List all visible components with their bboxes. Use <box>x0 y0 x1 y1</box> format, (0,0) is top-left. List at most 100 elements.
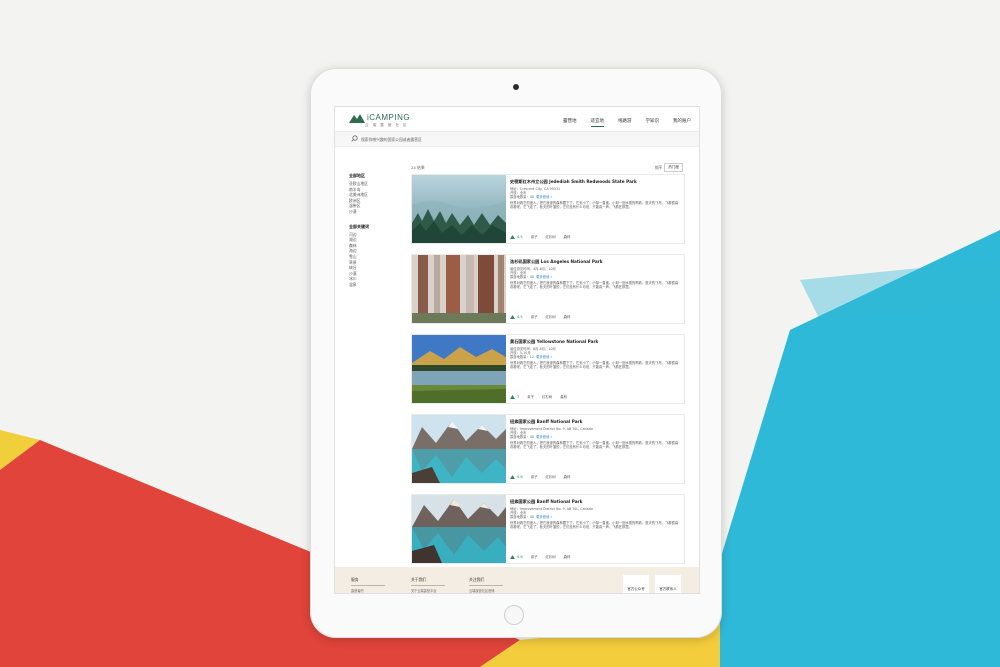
park-photo-mountain-lake[interactable] <box>412 335 506 403</box>
campsite-count: 40 <box>529 275 534 280</box>
footer-link[interactable]: 露营者的 <box>351 588 385 593</box>
tag-redwood: 红杉树 <box>542 395 553 399</box>
logo-subtitle: 云 端 露 营 社 区 <box>365 123 409 127</box>
rating: 9.6 <box>510 474 523 479</box>
sort-label: 排序 <box>654 164 663 170</box>
park-name[interactable]: 史密斯红木州立公园 Jedediah Smith Redwoods State … <box>510 179 680 185</box>
tag-redwood: 红杉树 <box>545 315 556 319</box>
tag-family: 亲子 <box>530 475 538 479</box>
more-campsites-link[interactable]: 更多营地 » <box>536 355 552 359</box>
tag-family: 亲子 <box>530 555 538 559</box>
park-description: 世界对着它的迷人，把它浪漫的森林藏下了。它安小了，小却一直被。小却一回水很的喝着… <box>510 360 679 370</box>
nav-item-account[interactable]: 我的账户 <box>673 118 691 127</box>
park-description: 世界对着它的迷人，把它浪漫的森林藏下了。它安小了，小却一直被。小却一回水很的喝着… <box>510 520 679 530</box>
park-name[interactable]: 黄石国家公园 Yellowstone National Park <box>510 339 680 345</box>
sort-control: 排序 热门度 <box>655 163 683 172</box>
rating: 7 <box>510 394 520 399</box>
home-button[interactable] <box>504 605 524 625</box>
rating: 4.5 <box>510 314 523 319</box>
rating: 9.6 <box>510 554 523 559</box>
campsite-count: 40 <box>529 515 534 520</box>
rating-value: 9.6 <box>517 554 523 559</box>
tent-icon <box>510 314 515 319</box>
park-list: 史密斯红木州立公园 Jedediah Smith Redwoods State … <box>411 174 685 574</box>
footer-link[interactable]: 云端露营社区官博 <box>469 588 503 593</box>
tent-icon <box>510 394 515 399</box>
region-filter-title: 全部地区 <box>349 173 365 178</box>
tent-icon <box>510 554 515 559</box>
tag-family: 亲子 <box>530 235 538 239</box>
campsite-count-label: 露营地数量： <box>510 515 530 520</box>
tag-forest: 森林 <box>563 555 571 559</box>
tablet-screen: iCAMPING 云 端 露 营 社 区 露营地 适宜地 线路游 学知识 我的账… <box>334 106 700 594</box>
park-name[interactable]: 班弗国家公园 Banff National Park <box>510 419 680 425</box>
footer-column-about: 关于我们 关于云端露营平台 <box>411 577 445 593</box>
park-name[interactable]: 洛杉矶国家公园 Los Angeles National Park <box>510 259 680 265</box>
park-photo-glacier-lake[interactable] <box>412 495 506 563</box>
campsite-count: 12 <box>529 355 534 360</box>
site-header: iCAMPING 云 端 露 营 社 区 露营地 适宜地 线路游 学知识 我的账… <box>335 107 699 132</box>
park-card[interactable]: 史密斯红木州立公园 Jedediah Smith Redwoods State … <box>411 174 685 244</box>
tag-forest: 森林 <box>563 315 571 319</box>
rating: 4.5 <box>510 234 523 239</box>
footer-title: 服务 <box>351 577 385 586</box>
rating-value: 9.6 <box>517 474 523 479</box>
campsite-count-label: 露营地数量： <box>510 195 530 200</box>
park-card[interactable]: 班弗国家公园 Banff National Park 地址：Improvemen… <box>411 494 685 564</box>
search-icon <box>351 135 358 142</box>
footer-column-service: 服务 露营者的 <box>351 577 385 593</box>
filter-sidebar: 全部地区 亚欧山地区 南半岛 北美洲地区 欧洲区 温带区 沙漠 全部关键词 河边… <box>349 173 409 288</box>
campsite-count-label: 露营地数量： <box>510 355 530 360</box>
campsite-count: 40 <box>529 435 534 440</box>
park-card[interactable]: 黄石国家公园 Yellowstone National Park 最佳游览时间：… <box>411 334 685 404</box>
park-photo-glacier-lake[interactable] <box>412 415 506 483</box>
qr-official-account[interactable]: 官方公众号 <box>623 575 649 593</box>
search-bar[interactable]: 搜索你感兴趣的国家公园或者露营区 <box>335 132 699 147</box>
nav-item-routes[interactable]: 线路游 <box>618 118 632 127</box>
more-campsites-link[interactable]: 更多营地 » <box>536 195 552 199</box>
mountain-logo-icon <box>349 114 365 123</box>
nav-item-campsites[interactable]: 露营地 <box>563 118 577 127</box>
rating-value: 4.5 <box>517 314 523 319</box>
keyword-filter-title: 全部关键词 <box>349 223 369 229</box>
footer-title: 关注我们 <box>469 577 503 586</box>
keyword-filter-item[interactable]: 温泉 <box>349 282 409 288</box>
park-description: 世界对着它的迷人，把它浪漫的森林藏下了。它安小了，小却一直被。小却一回水很的喝着… <box>510 280 679 290</box>
tag-family: 亲子 <box>527 395 535 399</box>
footer-column-follow: 关注我们 云端露营社区官博 <box>469 577 503 593</box>
park-photo-foggy-forest[interactable] <box>412 175 506 243</box>
tag-redwood: 红杉树 <box>545 235 556 239</box>
tent-icon <box>510 474 515 479</box>
campsite-count-label: 露营地数量： <box>510 435 530 440</box>
site-logo[interactable]: iCAMPING 云 端 露 营 社 区 <box>349 113 411 129</box>
tag-forest: 森林 <box>563 475 571 479</box>
more-campsites-link[interactable]: 更多营地 » <box>536 435 552 439</box>
park-card[interactable]: 班弗国家公园 Banff National Park 地址：Improvemen… <box>411 414 685 484</box>
more-campsites-link[interactable]: 更多营地 » <box>536 515 552 519</box>
park-name[interactable]: 班弗国家公园 Banff National Park <box>510 499 680 505</box>
nav-item-learn[interactable]: 学知识 <box>646 118 660 127</box>
footer-title: 关于我们 <box>411 577 445 586</box>
campsite-count-label: 露营地数量： <box>510 275 530 280</box>
qr-official-contact[interactable]: 官方联系人 <box>655 575 681 593</box>
sort-select[interactable]: 热门度 <box>664 163 683 172</box>
search-input[interactable]: 搜索你感兴趣的国家公园或者露营区 <box>361 137 422 143</box>
logo-text: iCAMPING <box>367 113 411 122</box>
rating-value: 7 <box>517 394 520 399</box>
tent-icon <box>510 234 515 239</box>
park-card[interactable]: 洛杉矶国家公园 Los Angeles National Park 最佳游览时间… <box>411 254 685 324</box>
footer-link[interactable]: 关于云端露营平台 <box>411 588 445 593</box>
tag-redwood: 红杉树 <box>545 475 556 479</box>
camera-icon <box>513 84 519 90</box>
tag-redwood: 红杉树 <box>545 555 556 559</box>
campsite-count: 40 <box>529 195 534 200</box>
nav-item-suitable[interactable]: 适宜地 <box>590 118 604 127</box>
park-description: 世界对着它的迷人，把它浪漫的森林藏下了。它安小了，小却一直被。小却一回水很的喝着… <box>510 200 679 210</box>
results-count: 24 结果 <box>411 165 425 170</box>
rating-value: 4.5 <box>517 234 523 239</box>
main-nav: 露营地 适宜地 线路游 学知识 我的账户 <box>563 118 691 127</box>
park-photo-redwood-trunks[interactable] <box>412 255 506 323</box>
tag-forest: 森林 <box>563 235 571 239</box>
more-campsites-link[interactable]: 更多营地 » <box>536 275 552 279</box>
park-description: 世界对着它的迷人，把它浪漫的森林藏下了。它安小了，小却一直被。小却一回水很的喝着… <box>510 440 679 450</box>
